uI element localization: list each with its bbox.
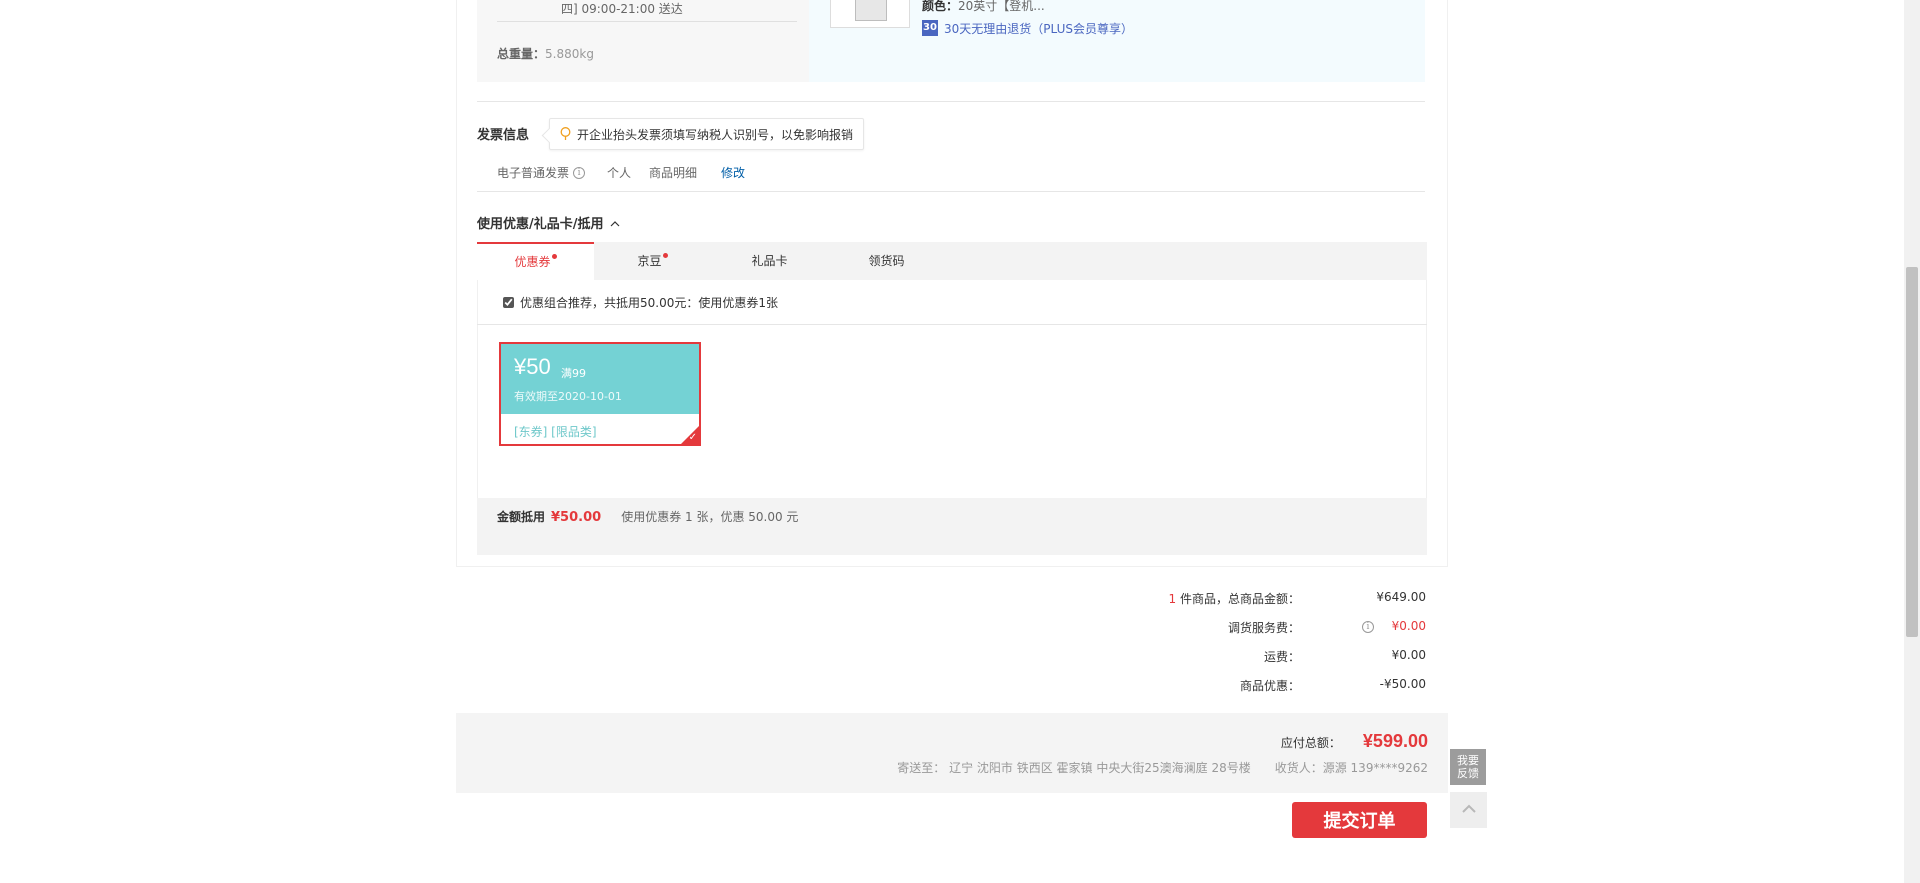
ship-to-address: 寄送至： 辽宁 沈阳市 铁西区 霍家镇 中央大街25澳海澜庭 28号楼 (897, 761, 1251, 775)
divider (497, 21, 797, 22)
discount-amount: -¥50.00 (1379, 677, 1426, 691)
lightbulb-icon (560, 127, 571, 141)
freight-amount: ¥0.00 (1391, 648, 1426, 662)
invoice-type: 电子普通发票 i (497, 164, 586, 181)
scrollbar-thumb[interactable] (1906, 267, 1918, 637)
product-color: 颜色：20英寸【登机... (922, 0, 1045, 14)
invoice-details: 电子普通发票 i 个人 商品明细 修改 (497, 164, 745, 181)
feedback-line-2: 反馈 (1457, 767, 1479, 780)
tab-gift-card[interactable]: 礼品卡 (711, 242, 828, 280)
tab-gift-card-label: 礼品卡 (751, 254, 788, 268)
coupon-card-header: ¥50 满99 有效期至2020-10-01 (501, 344, 699, 414)
discount-tabs: 优惠券 京豆 礼品卡 领货码 (477, 242, 1427, 280)
coupon-amount: ¥50 (514, 354, 551, 379)
divider (477, 101, 1425, 102)
divider (477, 324, 1427, 325)
payable-total: 应付总额： ¥599.00 (1281, 731, 1428, 752)
invoice-title: 发票信息 (477, 128, 530, 143)
new-dot-icon (551, 254, 557, 259)
goods-amount: ¥649.00 (1376, 590, 1426, 604)
tab-coupon[interactable]: 优惠券 (477, 242, 594, 280)
return-policy[interactable]: 30 30天无理由退货（PLUS会员尊享） (922, 20, 1133, 36)
summary-freight: 运费： ¥0.00 (1026, 648, 1426, 666)
product-color-value: 20英寸【登机... (958, 0, 1045, 13)
coupon-tags: [东券] [限品类] (514, 425, 597, 439)
invoice-type-text: 电子普通发票 (497, 166, 570, 180)
discount-section-toggle[interactable]: 使用优惠/礼品卡/抵用 (477, 213, 620, 232)
summary-service: 调货服务费： i ¥0.00 (1026, 619, 1426, 637)
chevron-up-icon (610, 218, 620, 228)
total-weight-label: 总重量： (497, 47, 546, 61)
check-icon: ✓ (688, 432, 697, 443)
product-color-label: 颜色： (922, 0, 959, 13)
receiver-info: 收货人：源源 139****9262 (1274, 761, 1428, 775)
page-scrollbar[interactable] (1904, 0, 1920, 883)
deduct-amount: ¥50.00 (551, 510, 602, 525)
discount-section-title: 使用优惠/礼品卡/抵用 (477, 217, 604, 232)
item-count-suffix: 件商品，总商品金额： (1176, 592, 1300, 606)
deduct-label: 金额抵用 (497, 510, 546, 524)
tab-jingdou[interactable]: 京豆 (594, 242, 711, 280)
discount-label: 商品优惠： (1239, 679, 1300, 693)
back-to-top-button[interactable] (1450, 792, 1487, 828)
info-icon[interactable]: i (573, 166, 586, 179)
feedback-line-1: 我要 (1457, 754, 1479, 767)
summary-goods: 1 件商品，总商品金额： ¥649.00 (1026, 590, 1426, 608)
tab-coupon-label: 优惠券 (514, 255, 551, 269)
product-thumbnail[interactable] (830, 0, 910, 28)
total-weight: 总重量：5.880kg (497, 45, 594, 62)
total-weight-value: 5.880kg (545, 47, 594, 61)
invoice-title-type: 个人 (607, 166, 632, 180)
coupon-combo-checkbox[interactable] (503, 297, 514, 308)
delivery-time: 四] 09:00-21:00 送达 (561, 2, 683, 16)
payable-amount: ¥599.00 (1362, 731, 1428, 751)
coupon-combo-recommend[interactable]: 优惠组合推荐，共抵用50.00元：使用优惠券1张 (477, 294, 778, 311)
chevron-up-icon (1461, 803, 1476, 817)
tab-redeem-code-label: 领货码 (868, 254, 905, 268)
coupon-validity: 有效期至2020-10-01 (514, 390, 622, 403)
coupon-card[interactable]: ¥50 满99 有效期至2020-10-01 [东券] [限品类] ✓ (499, 342, 701, 446)
return-30-icon: 30 (922, 20, 938, 36)
summary-goods-label: 1 件商品，总商品金额： (1169, 590, 1300, 607)
payable-label: 应付总额： (1280, 736, 1341, 750)
invoice-edit-link[interactable]: 修改 (721, 164, 745, 181)
submit-order-button[interactable]: 提交订单 (1292, 802, 1427, 838)
suitcase-image (855, 0, 887, 21)
freight-label: 运费： (1263, 650, 1300, 664)
deduct-summary-bar: 金额抵用 ¥50.00 使用优惠券 1 张，优惠 50.00 元 (477, 498, 1427, 555)
service-fee-amount: ¥0.00 (1391, 619, 1426, 633)
tab-jingdou-label: 京豆 (637, 254, 662, 268)
deduct-summary: 金额抵用 ¥50.00 使用优惠券 1 张，优惠 50.00 元 (497, 508, 798, 525)
feedback-button[interactable]: 我要 反馈 (1450, 749, 1486, 785)
info-icon[interactable]: i (1362, 621, 1374, 633)
delivery-address: 寄送至： 辽宁 沈阳市 铁西区 霍家镇 中央大街25澳海澜庭 28号楼 收货人：… (897, 759, 1428, 776)
return-policy-text[interactable]: 30天无理由退货（PLUS会员尊享） (944, 20, 1133, 37)
product-info-box: 颜色：20英寸【登机... 30 30天无理由退货（PLUS会员尊享） (809, 0, 1425, 82)
invoice-tip: 开企业抬头发票须填写纳税人识别号，以免影响报销 (549, 118, 864, 150)
shipping-info-box: 四] 09:00-21:00 送达 总重量：5.880kg (477, 0, 809, 82)
divider (477, 191, 1425, 192)
deduct-description: 使用优惠券 1 张，优惠 50.00 元 (621, 510, 799, 524)
invoice-tip-text: 开企业抬头发票须填写纳税人识别号，以免影响报销 (577, 127, 854, 142)
new-dot-icon (662, 253, 668, 258)
coupon-condition: 满99 (561, 367, 586, 380)
total-bar: 应付总额： ¥599.00 寄送至： 辽宁 沈阳市 铁西区 霍家镇 中央大街25… (456, 713, 1448, 793)
tab-redeem-code[interactable]: 领货码 (828, 242, 945, 280)
invoice-content: 商品明细 (649, 166, 698, 180)
summary-discount: 商品优惠： -¥50.00 (1026, 677, 1426, 695)
coupon-combo-text: 优惠组合推荐，共抵用50.00元：使用优惠券1张 (520, 296, 778, 310)
service-fee-label: 调货服务费： (1227, 621, 1300, 635)
